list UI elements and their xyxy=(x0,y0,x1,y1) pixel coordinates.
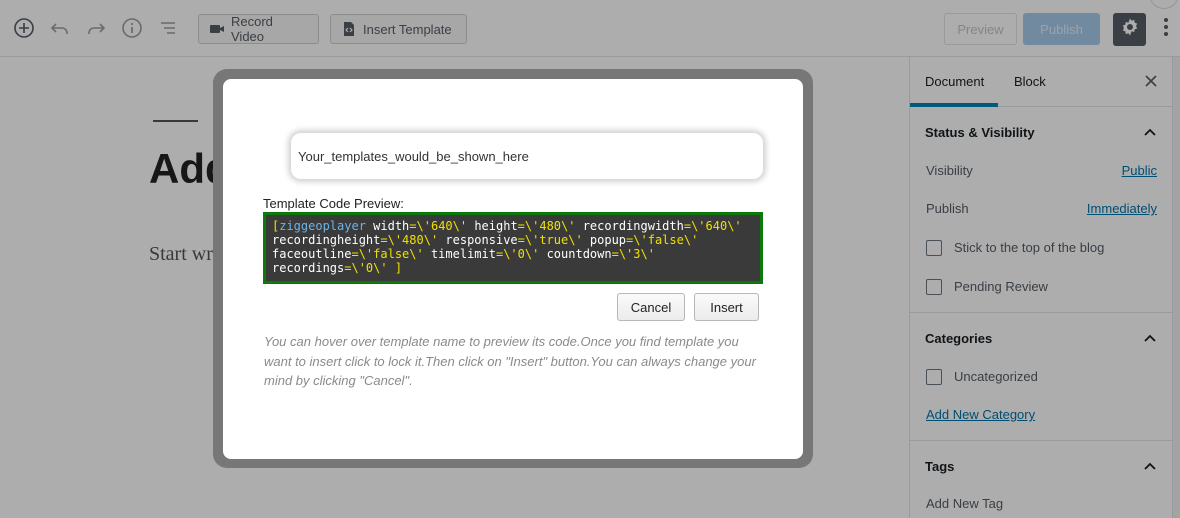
code-line: faceoutline=\'false\' timelimit=\'0\' co… xyxy=(272,247,655,261)
code-preview-box: [ziggeoplayer width=\'640\' height=\'480… xyxy=(263,212,763,284)
code-line: [ziggeoplayer width=\'640\' height=\'480… xyxy=(272,219,742,233)
insert-template-modal: Your_templates_would_be_shown_here Templ… xyxy=(223,79,803,459)
code-line: recordingheight=\'480\' responsive=\'tru… xyxy=(272,233,699,247)
code-preview-label: Template Code Preview: xyxy=(263,196,404,211)
template-name-item[interactable]: Your_templates_would_be_shown_here xyxy=(291,133,763,179)
cancel-button[interactable]: Cancel xyxy=(617,293,685,321)
insert-button[interactable]: Insert xyxy=(694,293,759,321)
help-text: You can hover over template name to prev… xyxy=(264,334,756,388)
code-line: recordings=\'0\' ] xyxy=(272,261,403,275)
